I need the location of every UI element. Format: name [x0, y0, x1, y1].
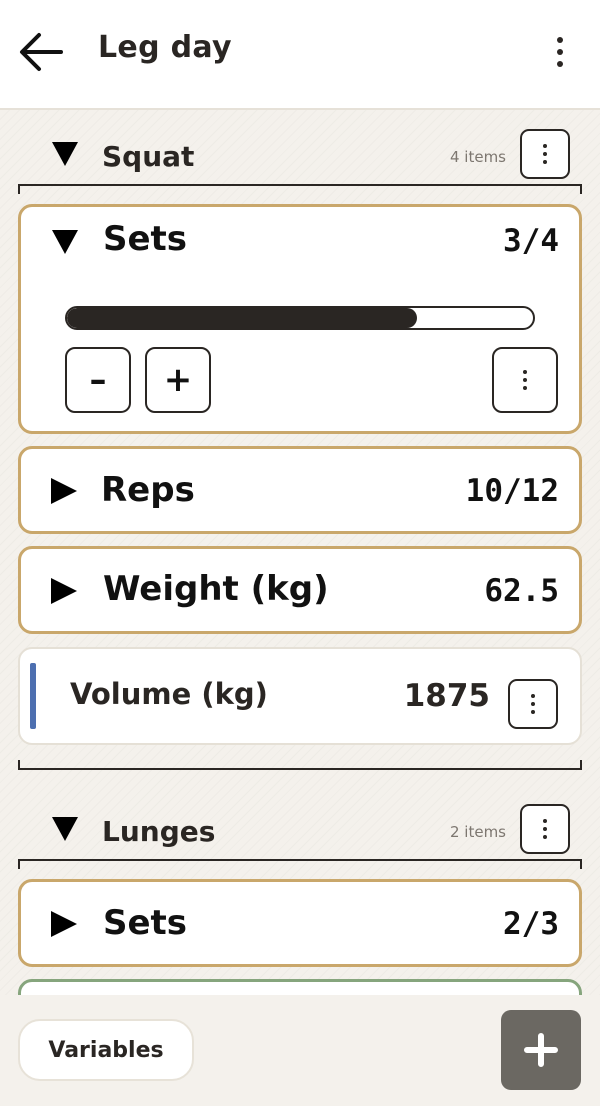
variable-accent-bar	[30, 663, 36, 729]
variable-menu-button[interactable]	[508, 679, 558, 729]
expand-triangle-icon[interactable]	[51, 478, 77, 504]
progress-fill	[67, 308, 417, 328]
collapse-triangle-icon[interactable]	[52, 817, 78, 841]
page-title: Leg day	[98, 30, 232, 65]
card-menu-button[interactable]	[492, 347, 558, 413]
card-title: Reps	[101, 470, 195, 510]
back-button[interactable]	[14, 28, 66, 76]
card-title: Weight (kg)	[103, 569, 329, 609]
group-item-count: 4 items	[449, 148, 506, 166]
variables-button[interactable]: Variables	[18, 1019, 194, 1081]
card-value: 10/12	[465, 473, 559, 509]
decrement-button[interactable]: –	[65, 347, 131, 413]
group-title: Squat	[102, 140, 195, 173]
more-options-button[interactable]	[540, 30, 580, 74]
group-bracket-top	[18, 859, 582, 869]
tracker-card-reps[interactable]: Reps 10/12	[18, 446, 582, 534]
group-title: Lunges	[102, 815, 216, 848]
plus-icon	[524, 1033, 558, 1067]
sets-progress-bar	[65, 306, 535, 330]
more-vertical-icon	[557, 37, 563, 67]
card-value: 3/4	[503, 223, 559, 259]
collapse-triangle-icon[interactable]	[52, 230, 78, 254]
more-vertical-icon	[531, 694, 535, 714]
more-vertical-icon	[543, 819, 547, 839]
variable-card-volume[interactable]: Volume (kg) 1875	[18, 647, 582, 745]
card-title: Sets	[103, 903, 188, 943]
more-vertical-icon	[543, 144, 547, 164]
group-menu-button[interactable]	[520, 804, 570, 854]
group-header-squat[interactable]: Squat 4 items	[18, 126, 582, 186]
expand-triangle-icon[interactable]	[51, 911, 77, 937]
increment-button[interactable]: +	[145, 347, 211, 413]
expand-triangle-icon[interactable]	[51, 578, 77, 604]
variable-name: Volume (kg)	[70, 677, 268, 711]
card-value: 2/3	[503, 906, 559, 942]
top-app-bar: Leg day	[0, 0, 600, 110]
more-vertical-icon	[523, 370, 527, 390]
tracker-card-sets[interactable]: Sets 2/3	[18, 879, 582, 967]
variable-value: 1875	[403, 678, 490, 714]
arrow-left-icon	[20, 33, 63, 71]
group-bracket-bottom	[18, 760, 582, 770]
group-item-count: 2 items	[449, 823, 506, 841]
minus-icon: –	[89, 360, 107, 400]
collapse-triangle-icon[interactable]	[52, 142, 78, 166]
tracker-card-weight[interactable]: Weight (kg) 62.5	[18, 546, 582, 634]
group-bracket-top	[18, 184, 582, 194]
card-title: Sets	[103, 219, 188, 259]
tracker-card-sets[interactable]: Sets 3/4 – +	[18, 204, 582, 434]
card-value: 62.5	[484, 573, 559, 609]
group-header-lunges[interactable]: Lunges 2 items	[18, 801, 582, 861]
group-menu-button[interactable]	[520, 129, 570, 179]
add-fab-button[interactable]	[501, 1010, 581, 1090]
plus-icon: +	[163, 360, 193, 400]
